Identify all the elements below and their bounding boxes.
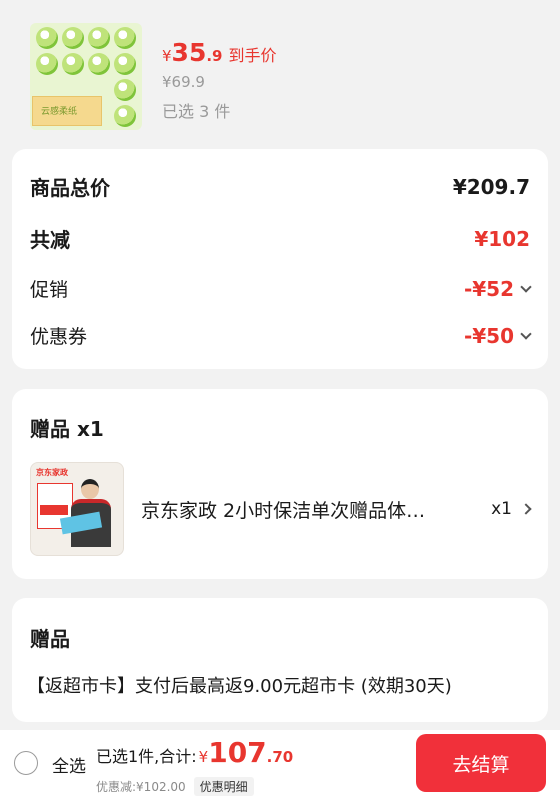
tissue-roll-icon: [88, 53, 110, 75]
checkout-bar: 全选 已选1件,合计: ¥ 107 .70 优惠减:¥102.00 优惠明细 去…: [0, 730, 560, 800]
final-price: ¥35.9 到手价: [162, 38, 277, 67]
tissue-roll-icon: [88, 27, 110, 49]
total-reduce-row: 共减 ¥102: [30, 224, 530, 253]
tissue-roll-icon: [36, 53, 58, 75]
total-reduce-value: ¥102: [474, 226, 530, 251]
total-currency: ¥: [198, 748, 209, 766]
coupon-value: -¥50: [463, 323, 514, 348]
gift2-title: 赠品: [30, 627, 70, 651]
total-price-label: 商品总价: [30, 176, 110, 200]
product-summary: 云感柔纸 ¥35.9 到手价 ¥69.9 已选 3 件: [0, 0, 560, 143]
gift-item-qty: x1: [491, 499, 512, 519]
original-price: ¥69.9: [162, 73, 205, 91]
promo-value: -¥52: [463, 276, 514, 301]
product-box-label: 云感柔纸: [41, 107, 78, 117]
price-tag: 到手价: [228, 46, 277, 65]
tissue-roll-icon: [62, 53, 84, 75]
tissue-roll-icon: [114, 79, 136, 101]
coupon-row[interactable]: 优惠券 -¥50: [30, 322, 532, 349]
total-integer: 107: [208, 736, 267, 769]
gift-thumb-brand: 京东家政: [36, 468, 68, 477]
chevron-right-icon[interactable]: [520, 503, 532, 515]
gift-thumbnail[interactable]: 京东家政: [30, 462, 124, 556]
total-decimal: .70: [266, 748, 294, 766]
product-image[interactable]: 云感柔纸: [30, 23, 142, 130]
promo-label: 促销: [30, 279, 69, 301]
gift-title: 赠品 x1: [30, 417, 104, 441]
tissue-roll-icon: [114, 105, 136, 127]
total-price-value: ¥209.7: [452, 174, 530, 199]
gift-card: 赠品 x1 京东家政 京东家政 2小时保洁单次赠品体… x1: [12, 389, 548, 579]
tissue-roll-icon: [114, 53, 136, 75]
discount-text: 优惠减:¥102.00: [96, 780, 186, 794]
gift-item[interactable]: 京东家政 京东家政 2小时保洁单次赠品体… x1: [30, 462, 532, 556]
tissue-roll-icon: [62, 27, 84, 49]
gift-card-2: 赠品 【返超市卡】支付后最高返9.00元超市卡 (效期30天): [12, 598, 548, 722]
discount-line: 优惠减:¥102.00 优惠明细: [96, 777, 254, 796]
gift-item-name: 京东家政 2小时保洁单次赠品体…: [141, 499, 426, 522]
selected-count: 已选 3 件: [162, 102, 231, 121]
person-head-graphic: [81, 479, 99, 499]
coupon-value-wrap[interactable]: -¥50: [463, 323, 532, 348]
gift2-description: 【返超市卡】支付后最高返9.00元超市卡 (效期30天): [27, 676, 452, 697]
gift-qty-wrap[interactable]: x1: [491, 499, 532, 519]
select-all-radio[interactable]: [14, 751, 38, 775]
price-currency: ¥: [162, 47, 172, 65]
tissue-roll-icon: [36, 27, 58, 49]
select-all-label[interactable]: 全选: [52, 752, 86, 777]
price-summary-card: 商品总价 ¥209.7 共减 ¥102 促销 -¥52 优惠券 -¥50: [12, 149, 548, 369]
chevron-down-icon[interactable]: [520, 280, 532, 293]
price-decimal: .9: [206, 47, 223, 65]
promo-value-wrap[interactable]: -¥52: [463, 276, 532, 301]
price-integer: 35: [171, 38, 207, 67]
total-price-row: 商品总价 ¥209.7: [30, 172, 530, 201]
coupon-label: 优惠券: [30, 326, 88, 348]
total-text: 已选1件,合计:: [96, 747, 197, 766]
chevron-down-icon[interactable]: [520, 327, 532, 340]
poster-bar-graphic: [40, 505, 68, 515]
product-box: 云感柔纸: [32, 96, 102, 126]
discount-detail-button[interactable]: 优惠明细: [193, 777, 254, 796]
total-line: 已选1件,合计: ¥ 107 .70: [96, 736, 293, 769]
tissue-roll-icon: [114, 27, 136, 49]
checkout-button[interactable]: 去结算: [416, 734, 546, 792]
total-reduce-label: 共减: [30, 228, 70, 252]
promo-row[interactable]: 促销 -¥52: [30, 275, 532, 302]
